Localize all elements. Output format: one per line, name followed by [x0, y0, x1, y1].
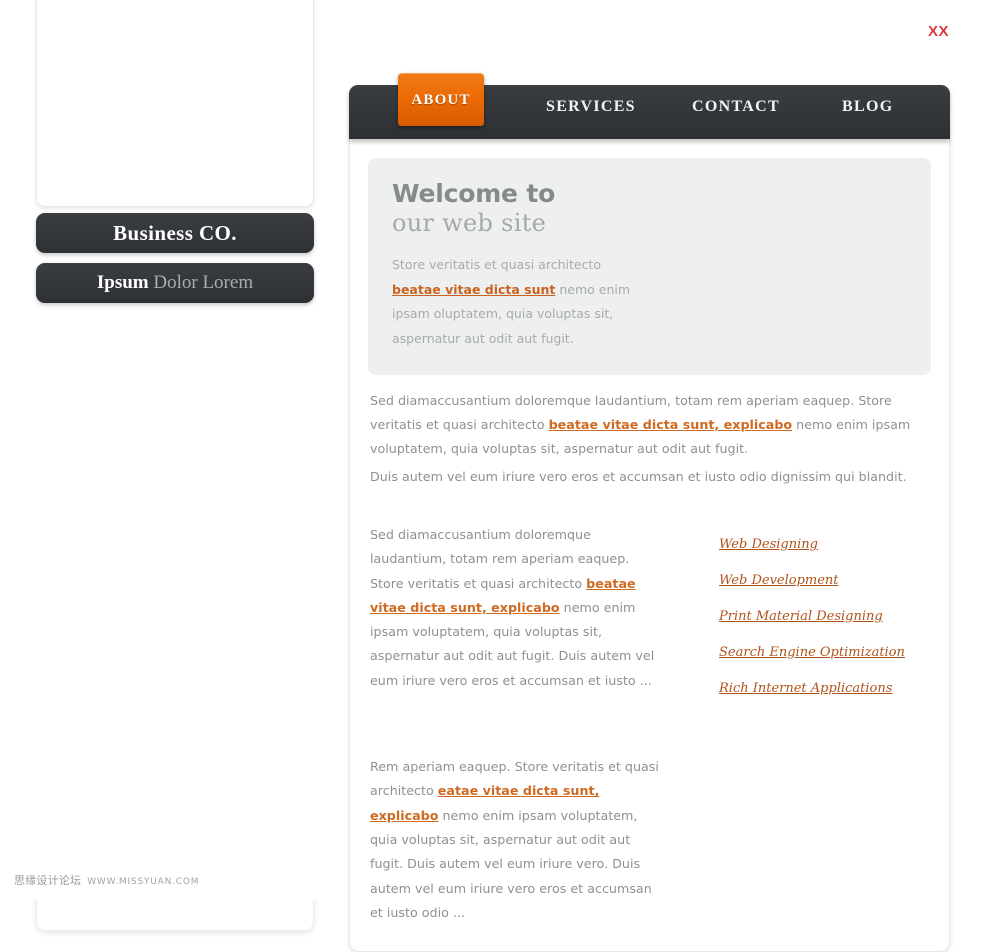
main-area: ABOUT SERVICES CONTACT BLOG ABOUT Welcom… — [349, 73, 950, 952]
welcome-box: Welcome to our web site Store veritatis … — [368, 158, 931, 375]
nav-item-blog[interactable]: BLOG — [842, 98, 893, 116]
sidebar-section-heading-light: Dolor Lorem — [153, 272, 254, 293]
service-link-search-engine-optimization[interactable]: Search Engine Optimization — [719, 645, 905, 660]
column-left: Sed diamaccusantium doloremque laudantiu… — [370, 523, 662, 925]
column-text-after: nemo enim ipsam voluptatem, quia volupta… — [370, 807, 652, 920]
intro-paragraph-2: Duis autem vel eum iriure vero eros et a… — [370, 469, 907, 484]
sidebar-paragraph: Sed diamaccusantium doloremque laudantiu… — [59, 530, 291, 698]
welcome-text-before: Store veritatis et quasi architecto — [392, 257, 601, 272]
two-column-section: Sed diamaccusantium doloremque laudantiu… — [368, 523, 931, 925]
sidebar-paragraph-text-after: nemo enim ipsam voluptatem, quia volupta… — [59, 630, 246, 693]
content-panel: Welcome to our web site Store veritatis … — [349, 139, 950, 952]
intro-paragraph-1: Sed diamaccusantium doloremque laudantiu… — [368, 389, 931, 461]
service-link-print-material-designing[interactable]: Print Material Designing — [719, 609, 883, 624]
brand-title: Business CO. — [36, 213, 314, 253]
sidebar-section-heading: Ipsum Dolor Lorem — [36, 263, 314, 303]
sidebar-content-panel: Sed diamaccusantium doloremque laudantiu… — [36, 289, 314, 931]
service-link-web-designing[interactable]: Web Designing — [719, 537, 818, 552]
watermark-url: WWW.MISSYUAN.COM — [87, 877, 200, 887]
list-item: Web Development — [719, 569, 929, 588]
list-item: Web Designing — [719, 533, 929, 552]
list-item: Search Engine Optimization — [719, 641, 929, 660]
service-link-rich-internet-applications[interactable]: Rich Internet Applications — [719, 681, 892, 696]
sidebar-section-heading-strong: Ipsum — [96, 272, 149, 293]
column-paragraph-1: Sed diamaccusantium doloremque laudantiu… — [370, 523, 662, 693]
column-right: Web Designing Web Development Print Mate… — [662, 523, 929, 925]
sidebar: Business CO. Ipsum Dolor Lorem Sed diama… — [36, 0, 314, 931]
list-item: Print Material Designing — [719, 605, 929, 624]
nav-active-tab-label: ABOUT — [411, 92, 471, 108]
nav-item-contact[interactable]: CONTACT — [692, 98, 780, 116]
welcome-inline-link[interactable]: beatae vitae dicta sunt — [392, 282, 555, 297]
services-link-list: Web Designing Web Development Print Mate… — [719, 533, 929, 696]
sidebar-inline-link[interactable]: beatae vitae dicta sunt, explicabo — [59, 812, 274, 851]
sidebar-paragraph-text-before: Sed diamaccusantium doloremque laudantiu… — [59, 740, 277, 827]
sidebar-paragraph-text-before: Sed diamaccusantium doloremque laudantiu… — [59, 534, 277, 621]
nav-active-tab-about[interactable]: ABOUT — [398, 73, 484, 126]
nav-item-services[interactable]: SERVICES — [546, 98, 636, 116]
watermark-text: 思缘设计论坛 — [14, 874, 82, 887]
watermark: 思缘设计论坛 WWW.MISSYUAN.COM — [14, 872, 199, 888]
sidebar-paragraph-text-after: nemo enim ipsam voluptatem, quia volupta… — [59, 424, 246, 487]
corner-marker: XX — [928, 23, 950, 40]
welcome-title-line2: our web site — [392, 209, 547, 237]
welcome-title-line1: Welcome to — [392, 179, 556, 208]
welcome-paragraph: Store veritatis et quasi architecto beat… — [392, 253, 652, 351]
sidebar-paragraph-text-before: Sed diamaccusantium doloremque laudantiu… — [59, 328, 277, 415]
sidebar-image-placeholder — [36, 0, 314, 207]
navigation-bar: ABOUT SERVICES CONTACT BLOG ABOUT — [349, 73, 950, 139]
sidebar-paragraph-text-after: nemo enim ipsam voluptatem, quia volupta… — [59, 836, 246, 899]
intro-inline-link[interactable]: beatae vitae dicta sunt, explicabo — [549, 417, 793, 432]
sidebar-inline-link[interactable]: beatae vitae dicta sunt, explicabo — [59, 606, 274, 645]
sidebar-paragraph: Sed diamaccusantium doloremque laudantiu… — [59, 324, 291, 492]
sidebar-inline-link[interactable]: beatae vitae dicta sunt, explicabo — [59, 400, 274, 439]
list-item: Rich Internet Applications — [719, 677, 929, 696]
service-link-web-development[interactable]: Web Development — [719, 573, 839, 588]
